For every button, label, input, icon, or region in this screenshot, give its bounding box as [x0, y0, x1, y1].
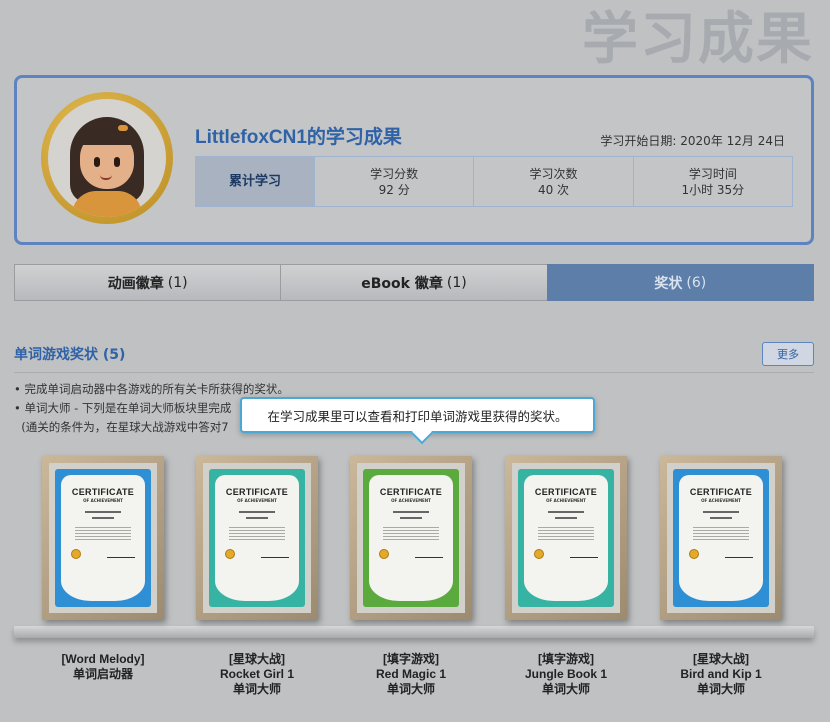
- signature: [725, 550, 753, 558]
- stat-count: 学习次数 40 次: [473, 157, 633, 206]
- tab-label: 奖状: [654, 275, 683, 292]
- certificate-mat: CERTIFICATE OF ACHIEVEMENT: [49, 463, 157, 613]
- signature: [570, 550, 598, 558]
- certificate-frame[interactable]: CERTIFICATE OF ACHIEVEMENT: [42, 456, 164, 620]
- certificate-subtitle: OF ACHIEVEMENT: [546, 498, 586, 503]
- section-title: 单词游戏奖状 (5): [14, 347, 126, 363]
- tab-count: (1): [167, 274, 188, 291]
- certificate-image: CERTIFICATE OF ACHIEVEMENT: [673, 469, 769, 607]
- stat-label: 学习分数: [370, 166, 419, 181]
- caption-game: [Word Melody]: [61, 652, 145, 666]
- medal-icon: [689, 549, 699, 559]
- certificate-mat: CERTIFICATE OF ACHIEVEMENT: [512, 463, 620, 613]
- certificate-mat: CERTIFICATE OF ACHIEVEMENT: [203, 463, 311, 613]
- medal-icon: [71, 549, 81, 559]
- certificate-caption: [填字游戏] Red Magic 1 单词大师: [341, 652, 481, 697]
- certificate-title: CERTIFICATE: [379, 487, 443, 497]
- stat-time: 学习时间 1小时 35分: [632, 157, 792, 206]
- certificate-image: CERTIFICATE OF ACHIEVEMENT: [363, 469, 459, 607]
- certificate-caption: [Word Melody] 单词启动器: [33, 652, 173, 682]
- caption-type: 单词大师: [386, 682, 435, 696]
- certificate-frame[interactable]: CERTIFICATE OF ACHIEVEMENT: [196, 456, 318, 620]
- certificate-caption: [填字游戏] Jungle Book 1 单词大师: [496, 652, 636, 697]
- certificate-title: CERTIFICATE: [71, 487, 135, 497]
- medal-icon: [534, 549, 544, 559]
- tab-ebook-badges[interactable]: eBook 徽章 (1): [280, 264, 547, 301]
- caption-game: [星球大战]: [693, 652, 749, 666]
- divider: [14, 372, 814, 373]
- caption-game: [填字游戏]: [383, 652, 439, 666]
- stat-value: 92 分: [378, 182, 410, 197]
- certificate-image: CERTIFICATE OF ACHIEVEMENT: [209, 469, 305, 607]
- more-button[interactable]: 更多: [762, 342, 814, 366]
- caption-type: 单词大师: [232, 682, 281, 696]
- cumulative-label: 累计学习: [196, 157, 314, 206]
- tab-label: eBook 徽章: [361, 275, 443, 292]
- caption-book: Red Magic 1: [375, 667, 447, 681]
- start-date: 学习开始日期: 2020年 12月 24日: [600, 134, 785, 148]
- certificate-subtitle: OF ACHIEVEMENT: [237, 498, 277, 503]
- stat-score: 学习分数 92 分: [314, 157, 474, 206]
- signature: [261, 550, 289, 558]
- certificate-title: CERTIFICATE: [534, 487, 598, 497]
- page-title: 学习成果: [582, 7, 814, 72]
- profile-summary: LittlefoxCN1的学习成果 学习开始日期: 2020年 12月 24日 …: [14, 75, 814, 245]
- stats-table: 累计学习 学习分数 92 分 学习次数 40 次 学习时间 1小时 35分: [195, 156, 793, 207]
- certificate-frame[interactable]: CERTIFICATE OF ACHIEVEMENT: [350, 456, 472, 620]
- tab-label: 动画徽章: [107, 275, 164, 292]
- signature: [415, 550, 443, 558]
- tab-certificates[interactable]: 奖状 (6): [546, 264, 814, 301]
- certificate-mat: CERTIFICATE OF ACHIEVEMENT: [667, 463, 775, 613]
- certificate-caption: [星球大战] Bird and Kip 1 单词大师: [651, 652, 791, 697]
- stat-label: 学习次数: [529, 166, 578, 181]
- medal-icon: [379, 549, 389, 559]
- caption-book: Jungle Book 1: [524, 667, 607, 681]
- username-title: LittlefoxCN1的学习成果: [195, 127, 402, 148]
- certificate-image: CERTIFICATE OF ACHIEVEMENT: [55, 469, 151, 607]
- certificate-mat: CERTIFICATE OF ACHIEVEMENT: [357, 463, 465, 613]
- certificate-title: CERTIFICATE: [225, 487, 289, 497]
- tab-count: (6): [686, 274, 707, 291]
- stat-value: 1小时 35分: [681, 182, 745, 197]
- stat-value: 40 次: [537, 182, 570, 197]
- caption-type: 单词大师: [696, 682, 745, 696]
- medal-icon: [225, 549, 235, 559]
- caption-type: 单词大师: [541, 682, 590, 696]
- certificate-frame[interactable]: CERTIFICATE OF ACHIEVEMENT: [505, 456, 627, 620]
- caption-book: Bird and Kip 1: [680, 667, 762, 681]
- certificate-frame[interactable]: CERTIFICATE OF ACHIEVEMENT: [660, 456, 782, 620]
- shelf: [14, 626, 814, 638]
- certificate-title: CERTIFICATE: [689, 487, 753, 497]
- certificate-caption: [星球大战] Rocket Girl 1 单词大师: [187, 652, 327, 697]
- certificate-subtitle: OF ACHIEVEMENT: [391, 498, 431, 503]
- signature: [107, 550, 135, 558]
- certificate-subtitle: OF ACHIEVEMENT: [701, 498, 741, 503]
- tooltip: 在学习成果里可以查看和打印单词游戏里获得的奖状。: [240, 397, 595, 433]
- caption-book: Rocket Girl 1: [219, 667, 295, 681]
- achievement-tabs: 动画徽章 (1) eBook 徽章 (1) 奖状 (6): [14, 264, 814, 301]
- caption-game: [星球大战]: [229, 652, 285, 666]
- caption-type: 单词启动器: [72, 667, 133, 681]
- certificate-subtitle: OF ACHIEVEMENT: [83, 498, 123, 503]
- tab-animation-badges[interactable]: 动画徽章 (1): [14, 264, 281, 301]
- tab-count: (1): [446, 274, 467, 291]
- certificate-image: CERTIFICATE OF ACHIEVEMENT: [518, 469, 614, 607]
- stat-label: 学习时间: [688, 166, 737, 181]
- avatar: [41, 92, 173, 224]
- caption-game: [填字游戏]: [538, 652, 594, 666]
